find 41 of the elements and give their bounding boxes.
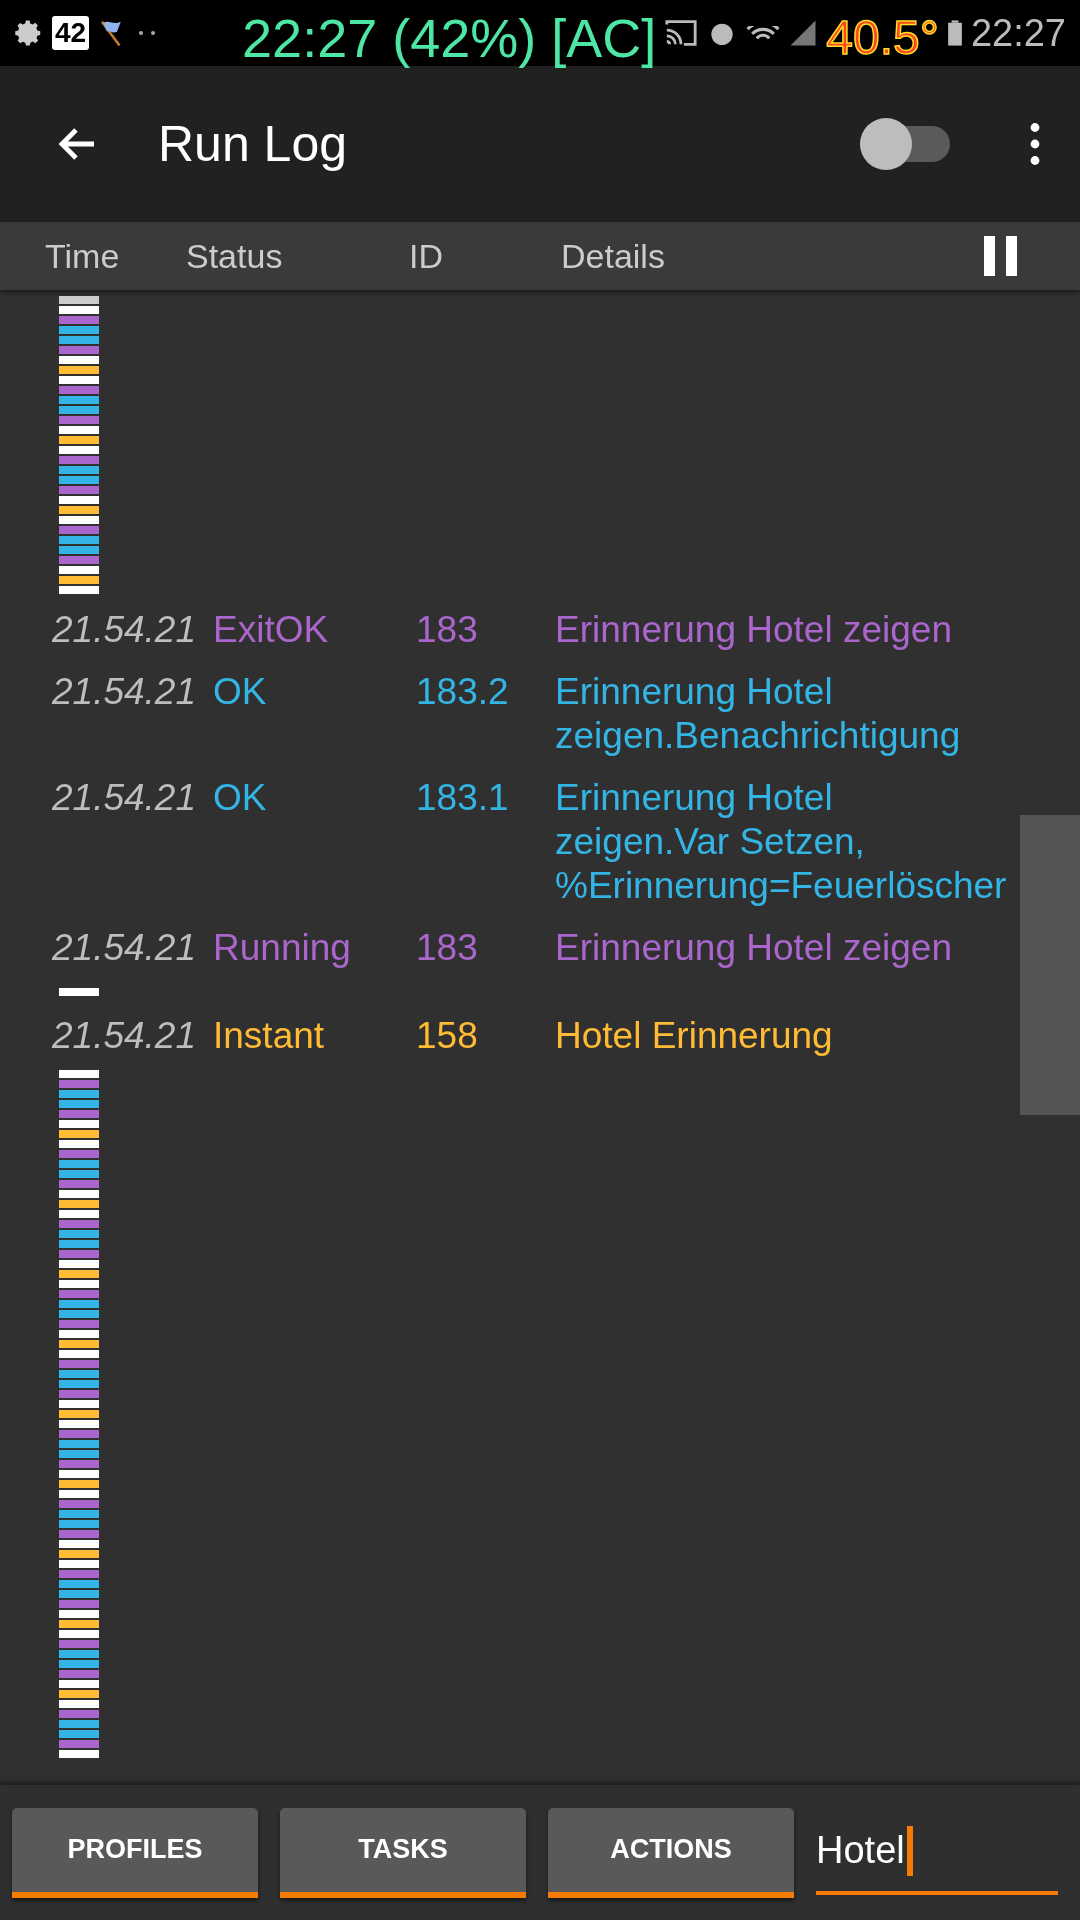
bottom-tab[interactable]: TASKS <box>280 1807 526 1898</box>
time-cell-text: 21.54.21 <box>52 776 198 820</box>
status-cell-text: Running <box>213 926 352 970</box>
column-header: Status <box>186 236 284 276</box>
details-cell-text: Erinnerung Hotel zeigen.Benachrichtigung <box>555 670 962 758</box>
status-cell-text: OK <box>213 776 268 820</box>
pause-icon[interactable] <box>984 236 1018 276</box>
toggle-switch[interactable] <box>860 118 950 170</box>
id-cell-text: 183.2 <box>416 670 510 714</box>
details-cell-text: Erinnerung Hotel zeigen.Var Setzen, %Erinnerung=Feuerlöscher <box>555 776 1008 908</box>
details-cell-text: Hotel Erinnerung <box>555 1014 834 1058</box>
details-cell-text: Erinnerung Hotel zeigen <box>555 926 953 970</box>
battery-overlay-text: 22:27 (42%) [AC] <box>242 8 657 68</box>
scroll-thumb[interactable] <box>1020 815 1080 1115</box>
status-cell-text: ExitOK <box>213 608 330 652</box>
time-cell-text: 21.54.21 <box>52 670 198 714</box>
stripe-mark-icon <box>59 988 99 996</box>
temperature-overlay-text: 40.5° <box>826 11 939 65</box>
bottom-tab[interactable]: PROFILES <box>12 1807 258 1898</box>
signal-icon <box>788 18 819 48</box>
id-cell-text: 158 <box>416 1014 479 1058</box>
time-cell-text: 21.54.21 <box>52 926 198 970</box>
more-options-icon[interactable] <box>1030 122 1040 166</box>
column-header: Time <box>45 236 121 276</box>
notification-count: 42 <box>52 16 90 50</box>
status-cell-text: Instant <box>213 1014 326 1058</box>
status-cell-text: OK <box>213 670 268 714</box>
id-cell-text: 183 <box>416 608 479 652</box>
column-header: Details <box>561 236 665 276</box>
clock: 22:27 <box>970 11 1066 55</box>
battery-icon <box>946 18 963 48</box>
id-cell-text: 183 <box>416 926 479 970</box>
time-cell-text: 21.54.21 <box>52 608 198 652</box>
wifi-icon <box>746 26 781 40</box>
screen-title: Run Log <box>158 115 348 173</box>
filter-field[interactable]: Hotel <box>816 1810 1058 1895</box>
time-cell-text: 21.54.21 <box>52 1014 198 1058</box>
column-header: ID <box>409 236 444 276</box>
bottom-tab[interactable]: ACTIONS <box>548 1807 794 1898</box>
id-cell-text: 183.1 <box>416 776 510 820</box>
details-cell-text: Erinnerung Hotel zeigen <box>555 608 953 652</box>
